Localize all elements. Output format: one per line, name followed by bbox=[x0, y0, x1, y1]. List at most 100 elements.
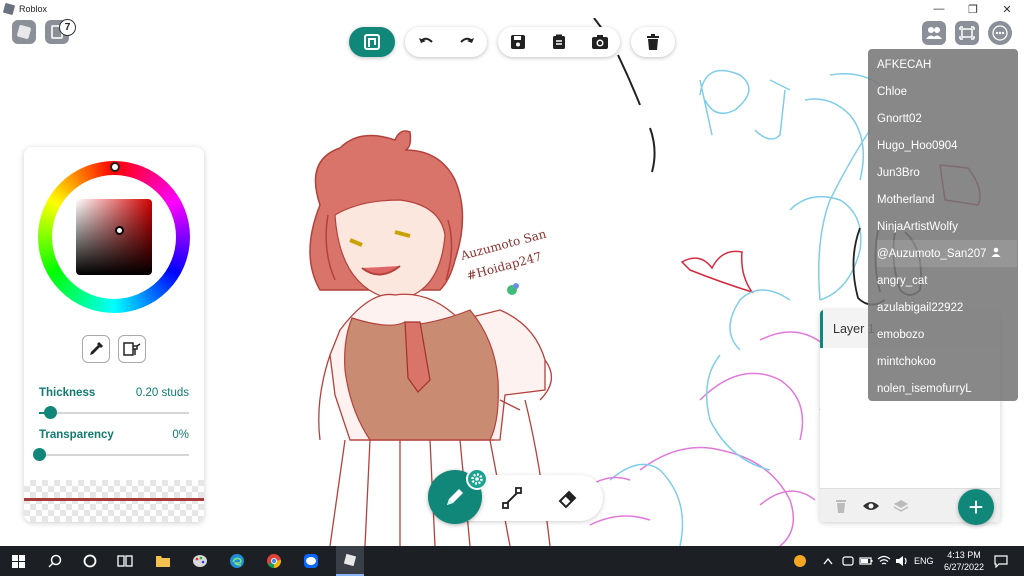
player-list-item[interactable]: NinjaArtistWolfy bbox=[877, 213, 1017, 240]
player-name: AFKECAH bbox=[877, 58, 932, 71]
undo-button[interactable] bbox=[414, 30, 438, 54]
more-options-button[interactable] bbox=[988, 21, 1012, 45]
task-view-icon bbox=[117, 555, 133, 567]
transparency-slider[interactable] bbox=[33, 448, 189, 461]
player-name: azulabigail22922 bbox=[877, 301, 964, 314]
brush-preview-stroke bbox=[24, 498, 204, 501]
eraser-tool-button[interactable] bbox=[556, 486, 580, 510]
maximize-button[interactable]: ❐ bbox=[956, 0, 990, 18]
eraser-icon bbox=[558, 490, 577, 509]
toggle-visibility-button[interactable] bbox=[862, 497, 880, 515]
color-palette-button[interactable] bbox=[118, 335, 146, 363]
player-list-item[interactable]: AFKECAH bbox=[877, 51, 1017, 78]
player-name: Motherland bbox=[877, 193, 935, 206]
fullscreen-button[interactable] bbox=[955, 21, 979, 45]
player-list-item[interactable]: mintchokoo bbox=[877, 348, 1017, 375]
add-layer-button[interactable]: + bbox=[958, 489, 994, 525]
minimize-button[interactable]: — bbox=[922, 0, 956, 18]
thickness-value: 0.20 studs bbox=[135, 387, 189, 399]
player-list-item[interactable]: @Auzumoto_San207 bbox=[877, 240, 1017, 267]
color-panel: Thickness 0.20 studs Transparency 0% bbox=[24, 147, 204, 522]
player-list-item[interactable]: Gnortt02 bbox=[877, 105, 1017, 132]
status-orb-icon[interactable] bbox=[790, 551, 810, 571]
player-name: nolen_isemofurryL bbox=[877, 382, 972, 395]
save-button[interactable] bbox=[506, 30, 530, 54]
player-name: angry_cat bbox=[877, 274, 928, 287]
player-list-item[interactable]: Hugo_Hoo0904 bbox=[877, 132, 1017, 159]
screenshot-button[interactable] bbox=[588, 30, 612, 54]
file-explorer-button[interactable] bbox=[153, 551, 173, 571]
people-icon bbox=[926, 27, 942, 39]
pencil-icon bbox=[447, 489, 463, 505]
windows-icon bbox=[11, 554, 25, 568]
delete-layer-button[interactable] bbox=[832, 497, 850, 515]
thickness-slider-thumb[interactable] bbox=[43, 406, 57, 419]
history-group bbox=[405, 27, 487, 57]
notification-icon bbox=[994, 555, 1008, 568]
player-list-item[interactable]: emobozo bbox=[877, 321, 1017, 348]
close-button[interactable]: ✕ bbox=[990, 0, 1024, 18]
thickness-slider[interactable] bbox=[39, 406, 189, 419]
player-list-item[interactable]: azulabigail22922 bbox=[877, 294, 1017, 321]
player-list-item[interactable]: Jun3Bro bbox=[877, 159, 1017, 186]
roblox-menu-button[interactable] bbox=[12, 20, 36, 44]
player-name: Hugo_Hoo0904 bbox=[877, 139, 958, 152]
player-list-item[interactable]: Motherland bbox=[877, 186, 1017, 213]
hue-picker-knob[interactable] bbox=[110, 162, 120, 172]
undo-icon bbox=[418, 37, 433, 43]
line-tool-icon bbox=[502, 487, 522, 509]
app-logo-button[interactable] bbox=[349, 27, 395, 57]
file-group bbox=[498, 27, 620, 57]
trash-icon bbox=[836, 500, 846, 513]
thickness-label: Thickness bbox=[39, 387, 96, 399]
eyedropper-button[interactable] bbox=[82, 335, 110, 363]
clipboard-button[interactable] bbox=[547, 30, 571, 54]
input-language[interactable]: ENG bbox=[914, 556, 934, 566]
paint-app-button[interactable] bbox=[190, 551, 210, 571]
notification-badge: 7 bbox=[59, 19, 76, 36]
start-button[interactable] bbox=[8, 551, 28, 571]
user-icon bbox=[991, 247, 1001, 260]
players-button[interactable] bbox=[922, 21, 946, 45]
notification-center-button[interactable] bbox=[991, 551, 1011, 571]
wifi-icon[interactable] bbox=[874, 551, 894, 571]
player-name: Jun3Bro bbox=[877, 166, 920, 179]
clock-date: 6/27/2022 bbox=[943, 562, 985, 572]
volume-icon[interactable] bbox=[892, 551, 912, 571]
eye-icon bbox=[863, 502, 879, 510]
transparency-slider-thumb[interactable] bbox=[33, 448, 46, 461]
task-view-button[interactable] bbox=[115, 551, 135, 571]
battery-icon[interactable] bbox=[856, 551, 876, 571]
brush-settings-button[interactable] bbox=[466, 468, 488, 490]
meet-icon[interactable] bbox=[838, 551, 858, 571]
saturation-value-picker[interactable] bbox=[76, 199, 152, 275]
player-list-item[interactable]: Chloe bbox=[877, 78, 1017, 105]
player-name: Gnortt02 bbox=[877, 112, 922, 125]
save-icon bbox=[511, 35, 526, 49]
system-clock[interactable]: 4:13 PM 6/27/2022 bbox=[932, 549, 996, 573]
palette-app-icon bbox=[193, 555, 207, 567]
player-list: AFKECAH Chloe Gnortt02 Hugo_Hoo0904 Jun3Bro M… bbox=[868, 49, 1018, 401]
cortana-button[interactable] bbox=[80, 551, 100, 571]
clear-canvas-button[interactable] bbox=[631, 27, 675, 57]
search-button[interactable] bbox=[45, 551, 65, 571]
zalo-icon bbox=[304, 554, 318, 568]
redo-button[interactable] bbox=[455, 30, 479, 54]
player-name: @Auzumoto_San207 bbox=[877, 247, 987, 260]
line-tool-button[interactable] bbox=[500, 486, 524, 510]
transparency-value: 0% bbox=[172, 429, 189, 441]
layers-button[interactable] bbox=[892, 497, 910, 515]
chrome-browser-button[interactable] bbox=[264, 551, 284, 571]
chevron-up-icon[interactable] bbox=[818, 551, 838, 571]
roblox-logo-icon bbox=[2, 2, 16, 16]
zalo-app-button[interactable] bbox=[301, 551, 321, 571]
frame-icon bbox=[959, 26, 975, 40]
edge-browser-button[interactable] bbox=[227, 551, 247, 571]
player-list-item[interactable]: nolen_isemofurryL bbox=[877, 375, 1017, 402]
sv-picker-knob[interactable] bbox=[115, 226, 124, 235]
trash-icon bbox=[641, 30, 665, 54]
roblox-taskbar-button[interactable] bbox=[336, 546, 364, 576]
edge-icon bbox=[230, 554, 244, 568]
camera-icon bbox=[591, 35, 608, 49]
player-list-item[interactable]: angry_cat bbox=[877, 267, 1017, 294]
